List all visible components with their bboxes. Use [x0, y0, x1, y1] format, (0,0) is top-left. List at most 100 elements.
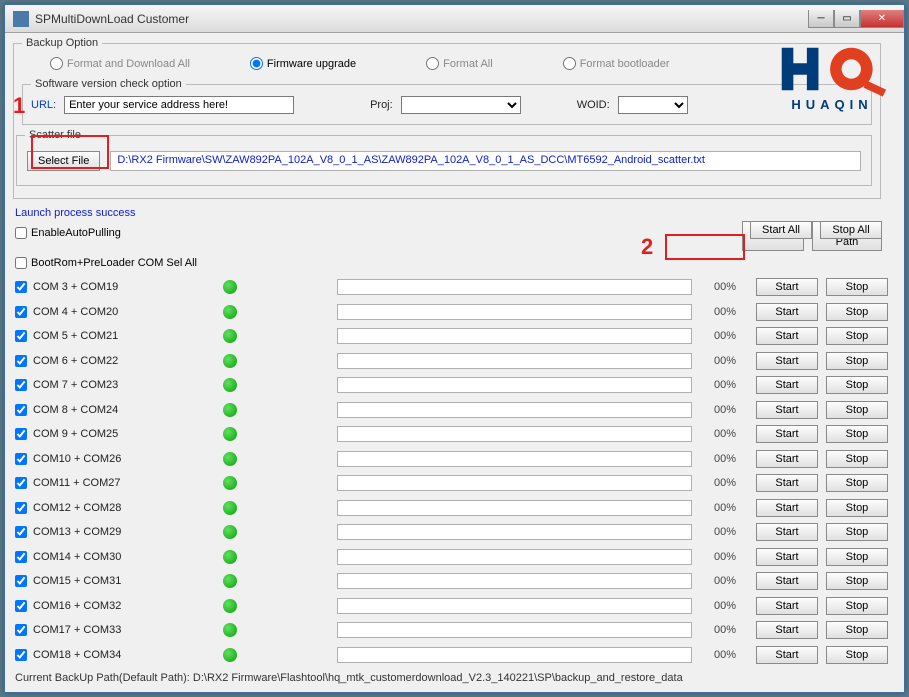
com-row: COM 4 + COM2000%StartStop — [13, 300, 896, 325]
start-button[interactable]: Start — [756, 352, 818, 370]
status-dot-icon — [223, 354, 237, 368]
radio-format-bootloader[interactable]: Format bootloader — [563, 57, 670, 70]
percent-label: 00% — [696, 502, 736, 514]
start-button[interactable]: Start — [756, 548, 818, 566]
com-checkbox[interactable] — [15, 330, 27, 342]
start-button[interactable]: Start — [756, 401, 818, 419]
com-checkbox[interactable] — [15, 379, 27, 391]
progress-field — [337, 549, 692, 565]
stop-button[interactable]: Stop — [826, 401, 888, 419]
url-input[interactable] — [64, 96, 294, 114]
stop-button[interactable]: Stop — [826, 278, 888, 296]
com-checkbox[interactable] — [15, 477, 27, 489]
radio-input[interactable] — [563, 57, 576, 70]
percent-label: 00% — [696, 477, 736, 489]
backup-legend: Backup Option — [22, 37, 102, 49]
start-button[interactable]: Start — [756, 376, 818, 394]
com-checkbox[interactable] — [15, 281, 27, 293]
proj-select[interactable] — [401, 96, 521, 114]
status-dot-icon — [223, 452, 237, 466]
enable-auto-pulling-checkbox[interactable] — [15, 227, 27, 239]
com-label: COM 7 + COM23 — [33, 379, 223, 391]
stop-button[interactable]: Stop — [826, 425, 888, 443]
stop-button[interactable]: Stop — [826, 303, 888, 321]
percent-label: 00% — [696, 281, 736, 293]
radio-firmware-upgrade[interactable]: Firmware upgrade — [250, 57, 356, 70]
scatter-path-field[interactable]: D:\RX2 Firmware\SW\ZAW892PA_102A_V8_0_1_… — [110, 151, 861, 171]
swver-legend: Software version check option — [31, 78, 186, 90]
proj-label: Proj: — [370, 99, 393, 111]
progress-field — [337, 524, 692, 540]
radio-input[interactable] — [250, 57, 263, 70]
stop-button[interactable]: Stop — [826, 376, 888, 394]
start-button[interactable]: Start — [756, 523, 818, 541]
com-label: COM 6 + COM22 — [33, 355, 223, 367]
com-row: COM 8 + COM2400%StartStop — [13, 398, 896, 423]
stop-button[interactable]: Stop — [826, 352, 888, 370]
logo-icon — [774, 39, 890, 99]
radio-input[interactable] — [426, 57, 439, 70]
stop-button[interactable]: Stop — [826, 523, 888, 541]
scatter-file-group: Scatter file Select File D:\RX2 Firmware… — [16, 129, 872, 186]
stop-button[interactable]: Stop — [826, 597, 888, 615]
start-button[interactable]: Start — [756, 621, 818, 639]
status-text: Launch process success — [13, 203, 896, 223]
stop-button[interactable]: Stop — [826, 327, 888, 345]
progress-field — [337, 598, 692, 614]
stop-button[interactable]: Stop — [826, 572, 888, 590]
start-all-button[interactable]: Start All — [750, 221, 812, 239]
com-checkbox[interactable] — [15, 428, 27, 440]
com-label: COM13 + COM29 — [33, 526, 223, 538]
com-checkbox[interactable] — [15, 526, 27, 538]
com-label: COM 9 + COM25 — [33, 428, 223, 440]
stop-button[interactable]: Stop — [826, 474, 888, 492]
bootrom-sel-all-checkbox[interactable] — [15, 257, 27, 269]
start-button[interactable]: Start — [756, 646, 818, 664]
com-checkbox[interactable] — [15, 551, 27, 563]
stop-button[interactable]: Stop — [826, 450, 888, 468]
stop-button[interactable]: Stop — [826, 621, 888, 639]
start-button[interactable]: Start — [756, 499, 818, 517]
start-button[interactable]: Start — [756, 450, 818, 468]
woid-select[interactable] — [618, 96, 688, 114]
com-checkbox[interactable] — [15, 453, 27, 465]
com-checkbox[interactable] — [15, 306, 27, 318]
start-button[interactable]: Start — [756, 425, 818, 443]
radio-input[interactable] — [50, 57, 63, 70]
stop-button[interactable]: Stop — [826, 646, 888, 664]
com-checkbox[interactable] — [15, 355, 27, 367]
com-checkbox[interactable] — [15, 649, 27, 661]
start-button[interactable]: Start — [756, 278, 818, 296]
start-button[interactable]: Start — [756, 474, 818, 492]
com-checkbox[interactable] — [15, 624, 27, 636]
com-checkbox[interactable] — [15, 575, 27, 587]
com-row: COM18 + COM3400%StartStop — [13, 643, 896, 668]
stop-all-button[interactable]: Stop All — [820, 221, 882, 239]
percent-label: 00% — [696, 404, 736, 416]
close-button[interactable]: ✕ — [860, 10, 904, 28]
scatter-legend: Scatter file — [25, 129, 85, 141]
minimize-button[interactable]: ─ — [808, 10, 834, 28]
percent-label: 00% — [696, 379, 736, 391]
stop-button[interactable]: Stop — [826, 548, 888, 566]
com-checkbox[interactable] — [15, 502, 27, 514]
start-button[interactable]: Start — [756, 597, 818, 615]
com-label: COM16 + COM32 — [33, 600, 223, 612]
percent-label: 00% — [696, 330, 736, 342]
stop-button[interactable]: Stop — [826, 499, 888, 517]
com-checkbox[interactable] — [15, 404, 27, 416]
com-label: COM 5 + COM21 — [33, 330, 223, 342]
window-title: SPMultiDownLoad Customer — [35, 12, 808, 26]
com-checkbox[interactable] — [15, 600, 27, 612]
progress-field — [337, 647, 692, 663]
maximize-button[interactable]: ▭ — [834, 10, 860, 28]
com-label: COM17 + COM33 — [33, 624, 223, 636]
start-button[interactable]: Start — [756, 572, 818, 590]
radio-format-all[interactable]: Format All — [426, 57, 493, 70]
app-window: SPMultiDownLoad Customer ─ ▭ ✕ Backup Op… — [4, 4, 905, 693]
select-file-button[interactable]: Select File — [27, 151, 100, 171]
percent-label: 00% — [696, 453, 736, 465]
start-button[interactable]: Start — [756, 327, 818, 345]
radio-format-download-all[interactable]: Format and Download All — [50, 57, 190, 70]
start-button[interactable]: Start — [756, 303, 818, 321]
